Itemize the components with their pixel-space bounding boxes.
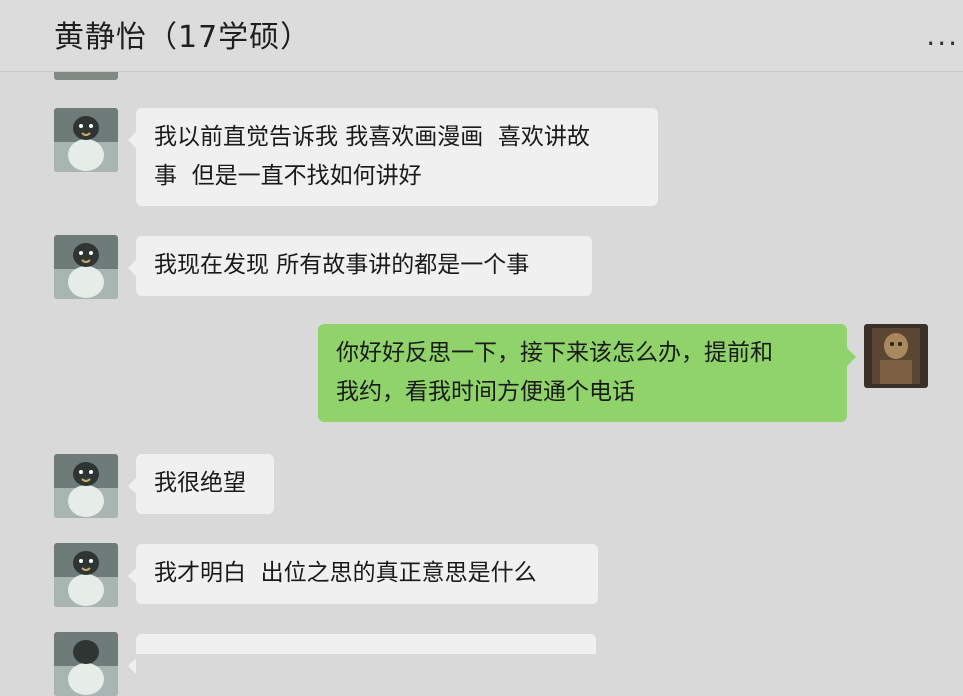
more-options-icon[interactable]: ... [926,22,959,50]
contact-avatar[interactable] [54,454,118,518]
message-bubble: 我以前直觉告诉我 我喜欢画漫画 喜欢讲故 事 但是一直不找如何讲好 [128,108,658,206]
chat-header: 黄静怡（17学硕） ... [0,0,963,72]
message-bubble: 我才明白 出位之思的真正意思是什么 [128,544,598,604]
contact-avatar[interactable] [54,632,118,696]
message-bubble-outgoing: 你好好反思一下，接下来该怎么办，提前和 我约，看我时间方便通个电话 [318,324,856,422]
message-bubble-partial [128,634,596,674]
chat-title: 黄静怡（17学硕） [54,20,312,55]
partial-avatar [54,72,118,80]
user-avatar[interactable] [864,324,928,388]
contact-avatar[interactable] [54,235,118,299]
contact-avatar[interactable] [54,108,118,172]
message-bubble: 我很绝望 [128,454,274,514]
contact-avatar[interactable] [54,543,118,607]
message-bubble: 我现在发现 所有故事讲的都是一个事 [128,236,592,296]
